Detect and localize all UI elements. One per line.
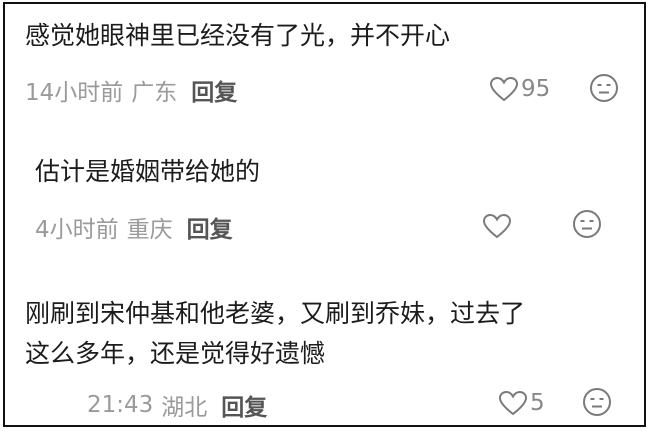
comment-line: 估计是婚姻带给她的 xyxy=(35,157,261,186)
comment-time: 14小时前 xyxy=(25,80,124,106)
comment-line: 这么多年，还是觉得好遗憾 xyxy=(25,339,326,368)
comment-meta: 14小时前 广东 回复 xyxy=(25,74,237,106)
heart-outline-icon xyxy=(489,76,519,102)
comment-list: 感觉她眼神里已经没有了光，并不开心 14小时前 广东 回复 95 估计是婚姻带给… xyxy=(3,2,646,427)
dislike-button[interactable] xyxy=(588,72,620,104)
comment-meta: 4小时前 重庆 回复 xyxy=(35,211,233,243)
comment-line: 刚刷到宋仲基和他老婆，又刷到乔妹，过去了 xyxy=(25,299,526,328)
comment-text: 刚刷到宋仲基和他老婆，又刷到乔妹，过去了 这么多年，还是觉得好遗憾 xyxy=(25,294,525,374)
like-count: 95 xyxy=(521,76,551,102)
reply-button[interactable]: 回复 xyxy=(221,388,267,422)
heart-outline-icon xyxy=(498,390,528,416)
heart-outline-icon xyxy=(482,213,512,239)
comment-location: 广东 xyxy=(131,80,178,106)
comment-time: 4小时前 xyxy=(35,217,119,243)
like-button[interactable]: 95 xyxy=(489,72,550,106)
neutral-face-icon xyxy=(588,72,620,104)
reply-button[interactable]: 回复 xyxy=(187,210,233,244)
like-count: 5 xyxy=(530,390,545,416)
comment-location: 湖北 xyxy=(161,395,208,421)
neutral-face-icon xyxy=(571,208,603,240)
comment-line: 感觉她眼神里已经没有了光，并不开心 xyxy=(25,21,451,50)
neutral-face-icon xyxy=(581,386,613,418)
comment-meta: 21:43 湖北 回复 xyxy=(87,389,267,421)
like-button[interactable]: 5 xyxy=(498,386,545,420)
comment-location: 重庆 xyxy=(126,217,173,243)
reply-button[interactable]: 回复 xyxy=(191,73,237,107)
dislike-button[interactable] xyxy=(571,208,603,240)
like-button[interactable] xyxy=(482,209,514,243)
comment-text: 感觉她眼神里已经没有了光，并不开心 xyxy=(25,16,450,56)
comment-text: 估计是婚姻带给她的 xyxy=(35,152,260,192)
comment-time: 21:43 xyxy=(87,392,154,418)
dislike-button[interactable] xyxy=(581,386,613,418)
